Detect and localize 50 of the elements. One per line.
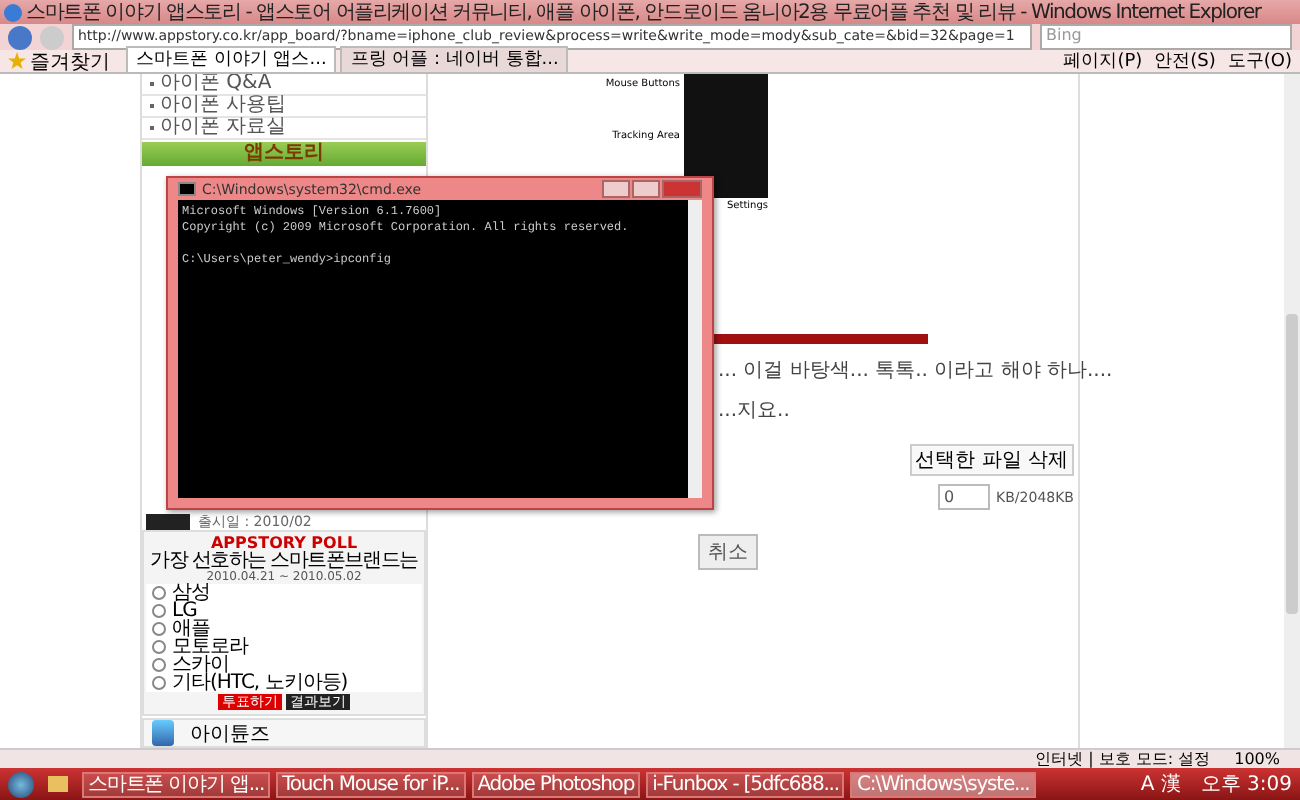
browser-tab[interactable]: 스마트폰 이야기 앱스... [126,46,337,72]
taskbar-button[interactable]: 스마트폰 이야기 앱... [82,771,271,797]
banner[interactable]: 앱스토리 [142,142,426,166]
option-label: 모토로라 [172,638,248,656]
radio-button[interactable] [152,640,166,654]
delete-button[interactable]: 선택한 파일 삭제 [909,444,1074,476]
browser-tab[interactable]: 프링 어플 : 네이버 통합... [340,46,569,72]
radio-button[interactable] [152,622,166,636]
back-icon[interactable] [8,25,32,49]
minimize-button[interactable] [602,180,630,198]
scrollbar[interactable] [688,200,702,498]
phone-screen-image [684,74,768,198]
sidebar-item[interactable]: 아이폰 자료실 [160,118,287,138]
taskbar-button[interactable]: i-Funbox - [5dfc688... [646,771,845,797]
browser-icon [4,3,22,21]
poll-title: APPSTORY POLL [210,534,358,552]
cancel-button[interactable]: 취소 [698,534,758,570]
poll-question: 가장 선호하는 스마트폰브랜드는 [148,552,420,572]
security-zone: 인터넷 | 보호 모드: 설정 [1035,748,1211,770]
window-title: 스마트폰 이야기 앱스토리 - 앱스토어 어플리케이션 커뮤니티, 애플 아이폰, 안드로이드 옴니아2용 무료어플 추천 및 리뷰 - Windows Internet Explorer [26,0,1261,26]
app-link[interactable]: 아이튠즈 [142,718,426,748]
ime-indicator[interactable]: A 漢 [1140,770,1181,798]
option-label: 스카이 [172,656,229,674]
music-icon [152,720,174,746]
option-label: 기타(HTC, 노키아등) [172,674,348,692]
console-icon [178,182,196,196]
start-button[interactable] [8,771,34,797]
taskbar-button[interactable]: Touch Mouse for iP... [276,771,466,797]
option-label: 삼성 [172,584,210,602]
radio-button[interactable] [152,658,166,672]
clock: 오후 3:09 [1200,772,1292,798]
radio-button[interactable] [152,586,166,600]
zoom-level[interactable]: 100% [1234,750,1280,768]
menu-button[interactable]: 페이지(P) [1063,48,1143,74]
menu-button[interactable]: 안전(S) [1154,48,1216,74]
app-thumbnail [146,514,190,530]
maximize-button[interactable] [632,180,660,198]
post-text: ...지요.. [718,400,790,424]
scrollbar[interactable] [1284,74,1300,748]
star-icon[interactable] [8,52,26,70]
option-label: LG [172,602,197,620]
post-text: ... 이걸 바탕색... 톡톡.. 이라고 해야 하나.... [718,360,1113,384]
sidebar-item[interactable]: 아이폰 사용팁 [160,96,287,116]
taskbar-button[interactable]: Adobe Photoshop [471,771,641,797]
radio-button[interactable] [152,604,166,618]
option-label: 애플 [172,620,210,638]
radio-button[interactable] [152,676,166,690]
menu-button[interactable]: 도구(O) [1227,48,1292,74]
favorites-button[interactable]: 즐겨찾기 [30,47,110,75]
size-field: 0 [938,484,991,510]
